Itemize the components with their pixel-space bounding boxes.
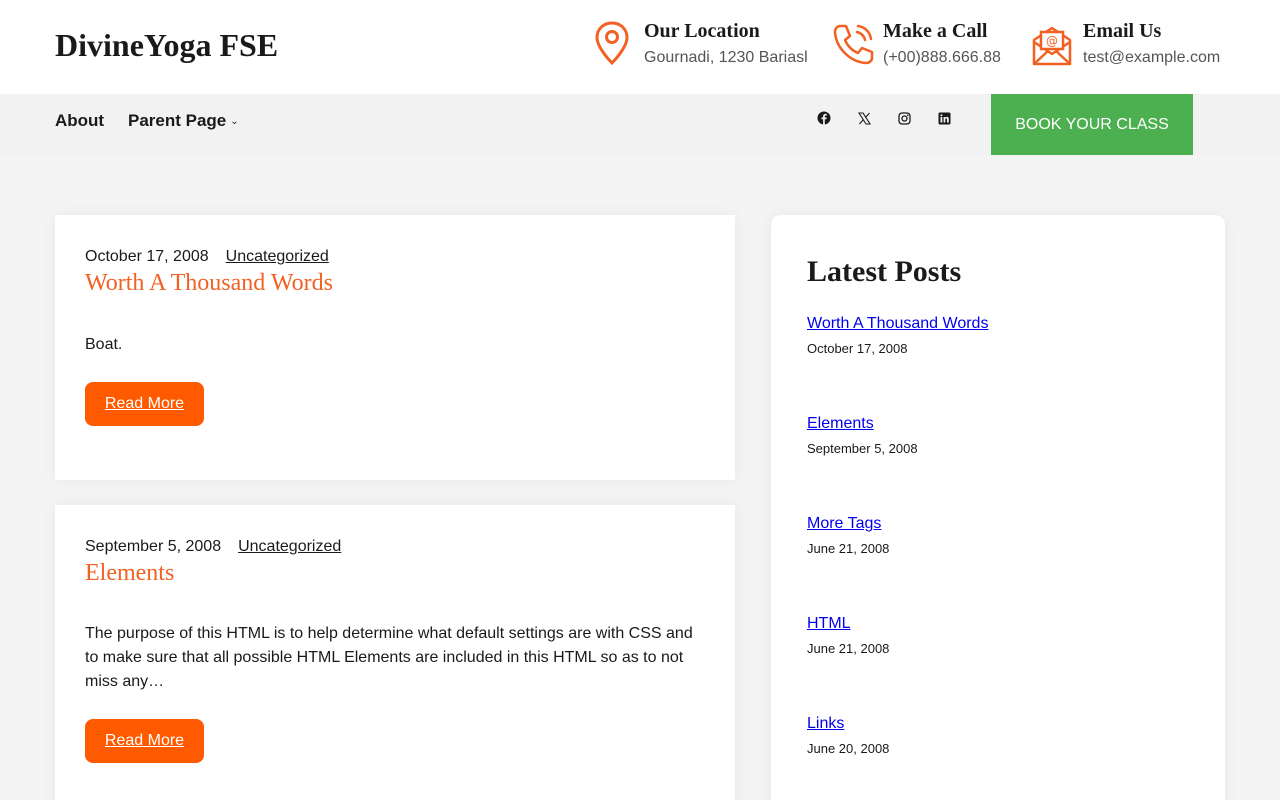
nav-item-about[interactable]: About <box>55 111 104 131</box>
email-envelope-icon: @ <box>1030 18 1072 68</box>
latest-post-link[interactable]: Elements <box>807 415 918 433</box>
contact-call-title: Make a Call <box>883 20 988 42</box>
post-category-link[interactable]: Uncategorized <box>226 248 329 265</box>
chevron-down-icon: ⌄ <box>230 116 239 128</box>
phone-icon <box>830 18 874 68</box>
post-title-link[interactable]: Worth A Thousand Words <box>85 270 333 297</box>
contact-location-text: Gournadi, 1230 Bariasl <box>644 49 808 66</box>
latest-post-item: Elements September 5, 2008 <box>807 415 918 456</box>
post-meta: September 5, 2008 Uncategorized <box>85 538 341 556</box>
x-twitter-icon[interactable] <box>856 110 872 126</box>
latest-post-date: June 20, 2008 <box>807 741 890 756</box>
latest-post-item: HTML June 21, 2008 <box>807 615 889 656</box>
post-date: September 5, 2008 <box>85 538 222 555</box>
post-card: September 5, 2008 Uncategorized Elements … <box>55 505 735 800</box>
svg-text:@: @ <box>1046 34 1058 48</box>
post-card: October 17, 2008 Uncategorized Worth A Th… <box>55 215 735 480</box>
post-date: October 17, 2008 <box>85 248 209 265</box>
facebook-icon[interactable] <box>816 110 832 126</box>
post-excerpt: Boat. <box>85 336 123 353</box>
site-title[interactable]: DivineYoga FSE <box>55 27 278 64</box>
post-meta: October 17, 2008 Uncategorized <box>85 248 329 266</box>
latest-post-item: Worth A Thousand Words October 17, 2008 <box>807 315 988 356</box>
contact-email-text[interactable]: test@example.com <box>1083 48 1220 68</box>
main-navigation: About Parent Page ⌄ BOOK YOUR CLASS <box>0 94 1280 155</box>
book-your-class-button[interactable]: BOOK YOUR CLASS <box>991 94 1193 155</box>
latest-post-date: September 5, 2008 <box>807 441 918 456</box>
contact-email: @ Email Us test@example.com <box>1030 18 1220 68</box>
contact-location: Our Location Gournadi, 1230 Bariasl <box>591 18 808 68</box>
instagram-icon[interactable] <box>896 110 912 126</box>
post-title-link[interactable]: Elements <box>85 560 174 587</box>
contact-call: Make a Call (+00)888.666.88 <box>830 18 1001 68</box>
latest-post-link[interactable]: Worth A Thousand Words <box>807 315 988 333</box>
post-category-link[interactable]: Uncategorized <box>238 538 341 555</box>
latest-posts-title: Latest Posts <box>807 255 962 288</box>
contact-call-text[interactable]: (+00)888.666.88 <box>883 48 1001 68</box>
latest-post-link[interactable]: Links <box>807 715 889 733</box>
latest-post-date: October 17, 2008 <box>807 341 908 356</box>
latest-post-item: More Tags June 21, 2008 <box>807 515 889 556</box>
latest-post-link[interactable]: More Tags <box>807 515 889 533</box>
latest-post-date: June 21, 2008 <box>807 541 890 556</box>
contact-email-title: Email Us <box>1083 20 1162 42</box>
latest-post-item: Links June 20, 2008 <box>807 715 889 756</box>
latest-post-date: June 21, 2008 <box>807 641 890 656</box>
nav-item-parent-page[interactable]: Parent Page ⌄ <box>128 111 239 131</box>
site-header: DivineYoga FSE Our Location Gournadi, 12… <box>0 0 1280 94</box>
latest-posts-widget: Latest Posts Worth A Thousand Words Octo… <box>771 215 1225 800</box>
post-excerpt: The purpose of this HTML is to help dete… <box>85 625 693 690</box>
read-more-button[interactable]: Read More <box>85 719 204 763</box>
location-pin-icon <box>591 18 633 68</box>
read-more-button[interactable]: Read More <box>85 382 204 426</box>
contact-location-title: Our Location <box>644 20 760 42</box>
latest-post-link[interactable]: HTML <box>807 615 889 633</box>
nav-item-parent-page-label: Parent Page <box>128 111 227 130</box>
linkedin-icon[interactable] <box>936 110 952 126</box>
